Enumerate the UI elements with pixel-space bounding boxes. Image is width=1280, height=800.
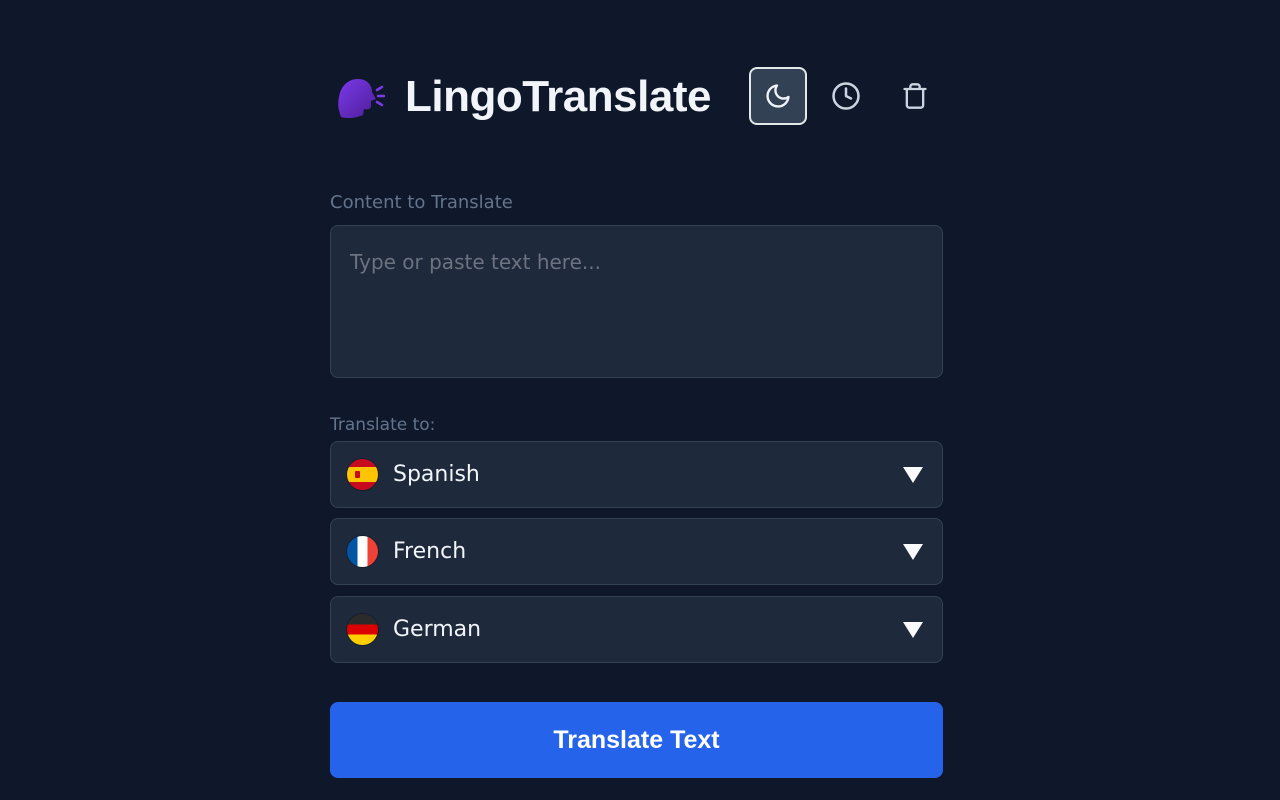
spain-flag-icon <box>347 459 378 490</box>
language-select-french[interactable]: French <box>330 518 943 585</box>
language-select-german[interactable]: German <box>330 596 943 663</box>
content-label: Content to Translate <box>330 192 513 213</box>
speaking-head-icon <box>333 71 385 123</box>
app-header: LingoTranslate <box>333 66 711 128</box>
content-input[interactable] <box>330 225 943 378</box>
language-select-spanish[interactable]: Spanish <box>330 441 943 508</box>
language-select-value: French <box>393 539 467 564</box>
chevron-down-icon <box>900 541 926 563</box>
target-language-label: Translate to: <box>330 415 436 435</box>
theme-toggle-button[interactable] <box>749 67 807 125</box>
trash-icon <box>903 83 927 109</box>
france-flag-icon <box>347 536 378 567</box>
app-root: LingoTranslate Content to Translate Tran… <box>0 0 1280 800</box>
clock-icon <box>832 82 860 110</box>
history-button[interactable] <box>817 67 875 125</box>
language-select-value: Spanish <box>393 462 480 487</box>
germany-flag-icon <box>347 614 378 645</box>
app-title: LingoTranslate <box>405 72 711 121</box>
translate-button[interactable]: Translate Text <box>330 702 943 778</box>
chevron-down-icon <box>900 464 926 486</box>
moon-icon <box>766 84 790 108</box>
chevron-down-icon <box>900 619 926 641</box>
clear-history-button[interactable] <box>886 67 944 125</box>
language-select-value: German <box>393 617 482 642</box>
